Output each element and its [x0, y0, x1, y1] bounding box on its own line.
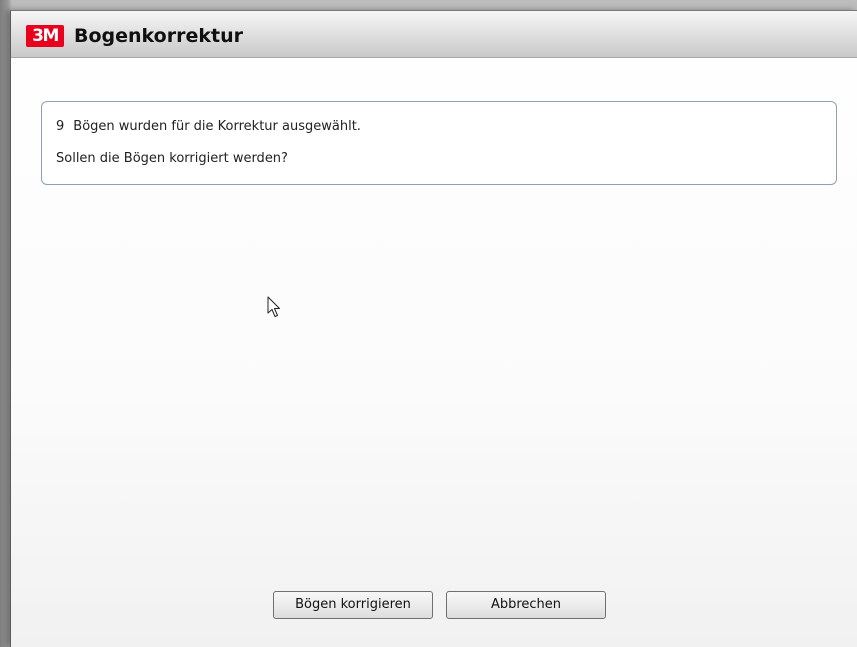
dialog-titlebar: 3M Bogenkorrektur — [11, 11, 857, 58]
confirmation-question: Sollen die Bögen korrigiert werden? — [56, 151, 288, 166]
mouse-pointer-icon — [267, 296, 280, 317]
selected-count: 9 — [56, 119, 65, 134]
correction-dialog: 3M Bogenkorrektur 9 Bögen wurden für die … — [10, 10, 857, 647]
dialog-title: Bogenkorrektur — [74, 25, 243, 47]
selection-message: Bögen wurden für die Korrektur ausgewähl… — [73, 119, 361, 134]
brand-logo: 3M — [26, 25, 64, 47]
message-panel: 9 Bögen wurden für die Korrektur ausgewäh… — [41, 101, 837, 185]
cancel-button[interactable]: Abbrechen — [446, 591, 606, 619]
correct-arcs-button[interactable]: Bögen korrigieren — [273, 591, 433, 619]
selection-summary: 9 Bögen wurden für die Korrektur ausgewäh… — [56, 119, 361, 134]
